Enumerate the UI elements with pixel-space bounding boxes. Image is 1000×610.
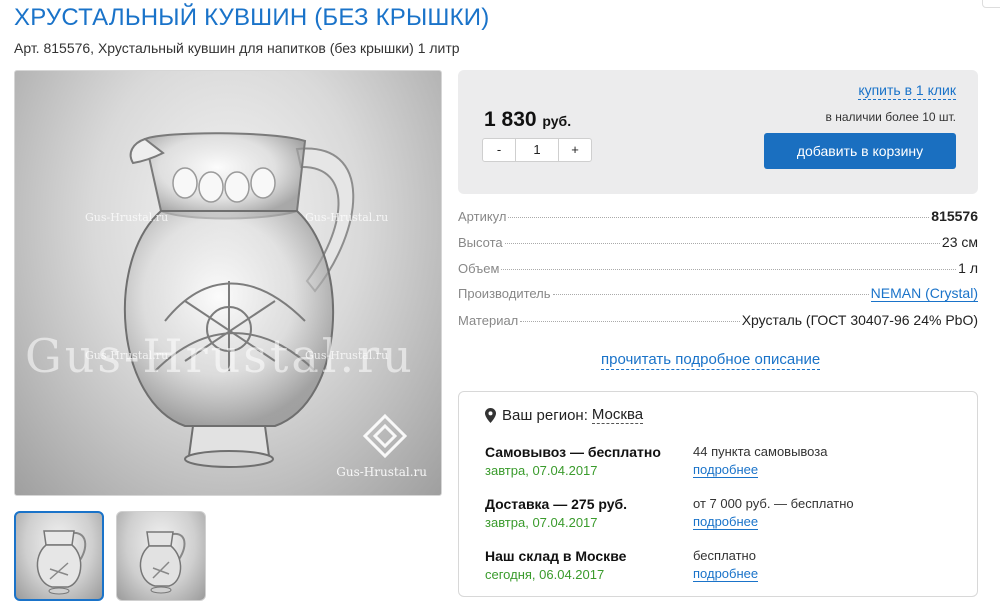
price: 1 830 руб. (484, 108, 571, 132)
watermark-text: Gus-Hrustal.ru (305, 211, 389, 224)
buy-box: 1 830 руб. - 1 + купить в 1 клик в налич… (458, 70, 978, 194)
delivery-box: Ваш регион: Москва Самовывоз — бесплатно… (458, 391, 978, 597)
thumbnail-jug-image (139, 531, 186, 594)
delivery-more-link[interactable]: подробнее (693, 515, 759, 530)
price-value: 1 830 (484, 108, 537, 131)
quantity-plus-button[interactable]: + (558, 138, 592, 162)
add-to-cart-button[interactable]: добавить в корзину (764, 133, 956, 169)
spec-value: 815576 (931, 208, 978, 224)
read-description-link[interactable]: прочитать подробное описание (601, 351, 821, 370)
dotted-leader (520, 321, 740, 322)
spec-label: Производитель (458, 286, 551, 301)
dotted-leader (552, 294, 869, 295)
spec-label: Высота (458, 235, 503, 250)
dotted-leader (501, 269, 957, 270)
delivery-option-name: Доставка — 275 руб. (485, 496, 628, 512)
spec-row-volume: Объем 1 л (458, 260, 978, 286)
delivery-option-info: 44 пункта самовывоза (693, 444, 828, 459)
watermark-large: Gus-Hrustal.ru (25, 329, 415, 383)
corner-button[interactable] (982, 0, 1000, 8)
page-title: ХРУСТАЛЬНЫЙ КУВШИН (БЕЗ КРЫШКИ) (14, 4, 490, 31)
region-label: Ваш регион: (502, 406, 588, 424)
jug-illustration (123, 132, 408, 468)
spec-row-height: Высота 23 см (458, 234, 978, 260)
product-subtitle: Арт. 815576, Хрустальный кувшин для напи… (14, 40, 460, 56)
product-main-image[interactable]: Gus-Hrustal.ru Gus-Hrustal.ru Gus-Hrusta… (14, 70, 442, 496)
spec-value: 1 л (958, 260, 978, 276)
specs-list: Артикул 815576 Высота 23 см Объем 1 л Пр… (458, 208, 978, 338)
delivery-option-info: бесплатно (693, 548, 756, 563)
spec-label: Артикул (458, 209, 507, 224)
quantity-stepper: - 1 + (482, 138, 592, 162)
spec-value: 23 см (941, 234, 978, 250)
dotted-leader (508, 217, 930, 218)
delivery-option-date: завтра, 07.04.2017 (485, 515, 598, 530)
spec-row-material: Материал Хрусталь (ГОСТ 30407-96 24% PbO… (458, 312, 978, 338)
price-unit: руб. (542, 113, 572, 129)
delivery-option-name: Самовывоз — бесплатно (485, 444, 661, 460)
spec-row-article: Артикул 815576 (458, 208, 978, 234)
delivery-more-link[interactable]: подробнее (693, 567, 759, 582)
delivery-more-link[interactable]: подробнее (693, 463, 759, 478)
delivery-option-name: Наш склад в Москве (485, 548, 627, 564)
buy-one-click-link[interactable]: купить в 1 клик (858, 82, 956, 100)
quantity-minus-button[interactable]: - (482, 138, 516, 162)
spec-label: Объем (458, 261, 500, 276)
thumbnail-1[interactable] (14, 511, 104, 601)
spec-value: Хрусталь (ГОСТ 30407-96 24% PbO) (741, 312, 978, 328)
spec-row-manufacturer: Производитель NEMAN (Crystal) (458, 286, 978, 312)
thumbnail-2[interactable] (116, 511, 206, 601)
delivery-option-info: от 7 000 руб. — бесплатно (693, 496, 854, 511)
spec-label: Материал (458, 313, 519, 328)
region-city-link[interactable]: Москва (591, 406, 644, 424)
region-selector: Ваш регион: Москва (485, 406, 644, 424)
brand-watermark: Gus-Hrustal.ru (336, 465, 427, 479)
delivery-option-date: завтра, 07.04.2017 (485, 463, 598, 478)
stock-status: в наличии более 10 шт. (825, 110, 956, 124)
watermark-text: Gus-Hrustal.ru (85, 211, 169, 224)
quantity-input[interactable]: 1 (516, 138, 558, 162)
delivery-option-date: сегодня, 06.04.2017 (485, 567, 605, 582)
thumbnail-jug-image (36, 530, 87, 595)
manufacturer-link[interactable]: NEMAN (Crystal) (870, 286, 978, 302)
location-pin-icon (485, 407, 496, 423)
dotted-leader (504, 243, 940, 244)
